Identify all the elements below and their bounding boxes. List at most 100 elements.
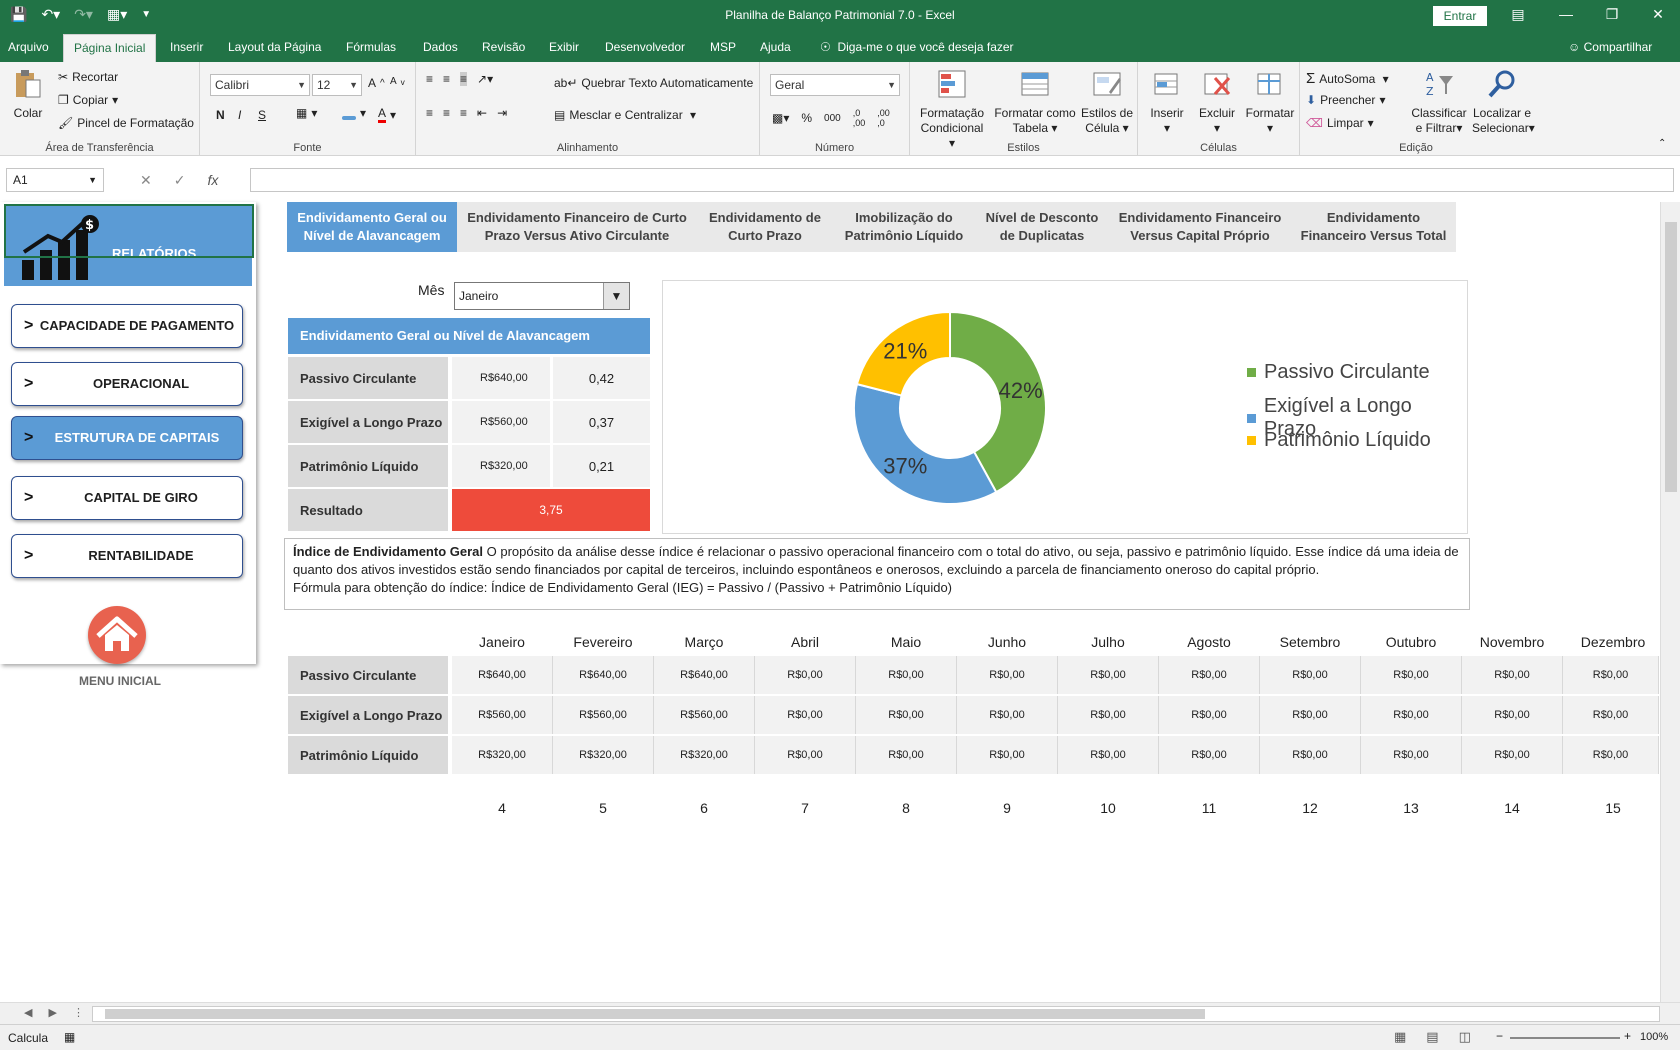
find-select-button[interactable]: Localizar e Selecionar▾ xyxy=(1472,68,1535,136)
fill-button[interactable]: ⬇ Preencher ▾ xyxy=(1306,93,1385,107)
tell-me-search[interactable]: ☉ Diga-me o que você deseja fazer xyxy=(820,40,1014,54)
page-layout-icon[interactable]: ▤ xyxy=(1426,1029,1438,1045)
insert-cells-button[interactable]: Inserir ▾ xyxy=(1144,68,1190,136)
report-tab-imobilizacao[interactable]: Imobilização do Patrimônio Líquido xyxy=(833,202,975,252)
copy-button[interactable]: ❐ Copiar ▾ xyxy=(58,93,118,107)
merge-center-button[interactable]: ▤ Mesclar e Centralizar ▾ xyxy=(554,108,696,122)
report-tab-endividamento-geral[interactable]: Endividamento Geral ou Nível de Alavancag… xyxy=(287,202,457,252)
legend-swatch xyxy=(1247,413,1256,423)
more-sheets-icon[interactable]: ⋮ xyxy=(73,1006,84,1019)
number-format-buttons[interactable]: ▩▾% 000 ,0,00 ,00,0 xyxy=(772,108,890,128)
cancel-icon[interactable]: ✕ xyxy=(140,172,152,189)
ribbon-display-icon[interactable]: ▤ xyxy=(1508,6,1528,23)
underline-button[interactable]: S xyxy=(258,108,266,122)
formula-input[interactable] xyxy=(250,168,1674,192)
home-button[interactable] xyxy=(88,606,146,664)
fill-color-button[interactable]: ▾ xyxy=(342,106,366,120)
tab-ajuda[interactable]: Ajuda xyxy=(760,40,791,54)
delete-cells-button[interactable]: Excluir ▾ xyxy=(1194,68,1240,136)
capital-giro-button[interactable]: > CAPITAL DE GIRO xyxy=(11,476,243,520)
cell-styles-button[interactable]: Estilos de Célula ▾ xyxy=(1078,68,1136,136)
share-button[interactable]: ☺ Compartilhar xyxy=(1568,40,1652,54)
rentabilidade-button[interactable]: > RENTABILIDADE xyxy=(11,534,243,578)
italic-button[interactable]: I xyxy=(238,108,241,122)
copy-icon: ❐ xyxy=(58,93,69,107)
close-icon[interactable]: ✕ xyxy=(1648,6,1668,23)
normal-view-icon[interactable]: ▦ xyxy=(1394,1029,1406,1045)
estrutura-capitais-button[interactable]: > ESTRUTURA DE CAPITAIS xyxy=(11,416,243,460)
horizontal-scrollbar[interactable] xyxy=(92,1006,1660,1022)
macro-record-icon[interactable]: ▦ xyxy=(64,1030,75,1044)
restore-icon[interactable]: ❐ xyxy=(1602,6,1622,23)
format-as-table-button[interactable]: Formatar como Tabela ▾ xyxy=(994,68,1076,136)
tab-revisao[interactable]: Revisão xyxy=(482,40,525,54)
tab-formulas[interactable]: Fórmulas xyxy=(346,40,396,54)
paste-button[interactable]: Colar xyxy=(8,68,48,121)
tab-exibir[interactable]: Exibir xyxy=(549,40,579,54)
autosum-button[interactable]: Σ AutoSoma ▾ xyxy=(1306,70,1389,87)
vertical-align-buttons[interactable]: ≡ ≡ ≡ ↗▾ xyxy=(426,72,493,86)
grow-font-button[interactable]: A ^ xyxy=(368,76,385,90)
number-format-select[interactable]: Geral ▼ xyxy=(770,74,900,96)
font-color-button[interactable]: A ▾ xyxy=(378,106,396,123)
minimize-icon[interactable]: — xyxy=(1556,6,1576,22)
scroll-thumb[interactable] xyxy=(1665,222,1677,492)
indent-decrease-icon: ⇤ xyxy=(477,106,488,120)
zoom-level[interactable]: 100% xyxy=(1640,1031,1668,1043)
report-tab-capital-proprio[interactable]: Endividamento Financeiro Versus Capital P… xyxy=(1109,202,1291,252)
next-sheet-icon[interactable]: ▶ xyxy=(48,1006,56,1019)
format-cells-button[interactable]: Formatar ▾ xyxy=(1242,68,1298,136)
operacional-button[interactable]: > OPERACIONAL xyxy=(11,362,243,406)
clipboard-group: Colar ✂ Recortar ❐ Copiar ▾ 🖌 Pincel de For… xyxy=(0,62,200,156)
donut-chart[interactable]: 42% 37% 21% Passivo Circulante Exigível a … xyxy=(662,280,1468,534)
border-icon: ▦ xyxy=(296,106,308,120)
function-icon[interactable]: fx xyxy=(207,172,218,189)
horizontal-scroll-thumb[interactable] xyxy=(105,1009,1205,1019)
alignment-group: ≡ ≡ ≡ ↗▾ ≡ ≡ ≡ ⇤ ⇥ ab↵ Quebrar Texto Automaticam… xyxy=(416,62,760,156)
zoom-out-icon[interactable]: − xyxy=(1496,1029,1503,1043)
font-size-select[interactable]: 12 ▼ xyxy=(312,74,362,96)
tab-msp[interactable]: MSP xyxy=(710,40,736,54)
tab-layout[interactable]: Layout da Página xyxy=(228,40,321,54)
prev-sheet-icon[interactable]: ◀ xyxy=(24,1006,32,1019)
conditional-formatting-button[interactable]: Formatação Condicional ▾ xyxy=(916,68,988,151)
horizontal-align-buttons[interactable]: ≡ ≡ ≡ ⇤ ⇥ xyxy=(426,106,507,120)
editing-group: Σ AutoSoma ▾ ⬇ Preencher ▾ ⌫ Limpar ▾ AZ Clas… xyxy=(1300,62,1535,156)
name-box[interactable]: A1 ▼ xyxy=(6,168,104,192)
dropdown-arrow-icon[interactable]: ▼ xyxy=(603,283,629,309)
tab-pagina-inicial[interactable]: Página Inicial xyxy=(63,34,157,62)
collapse-ribbon-icon[interactable]: ⌃ xyxy=(1658,138,1666,149)
month-select[interactable]: Janeiro ▼ xyxy=(454,282,630,310)
report-tab-curto-prazo[interactable]: Endividamento de Curto Prazo xyxy=(697,202,833,252)
report-tab-desconto-duplicatas[interactable]: Nível de Desconto de Duplicatas xyxy=(975,202,1109,252)
clear-button[interactable]: ⌫ Limpar ▾ xyxy=(1306,116,1374,130)
tab-arquivo[interactable]: Arquivo xyxy=(8,40,49,54)
result-value: 3,75 xyxy=(452,489,650,531)
capacidade-pagamento-button[interactable]: > CAPACIDADE DE PAGAMENTO xyxy=(11,304,243,348)
page-break-icon[interactable]: ◫ xyxy=(1459,1029,1471,1045)
summary-label-exigivel: Exigível a Longo Prazo xyxy=(288,401,448,443)
cut-button[interactable]: ✂ Recortar xyxy=(58,70,118,84)
format-painter-button[interactable]: 🖌 Pincel de Formatação xyxy=(58,116,194,130)
report-tab-financeiro-total[interactable]: Endividamento Financeiro Versus Total xyxy=(1291,202,1456,252)
wrap-text-button[interactable]: ab↵ Quebrar Texto Automaticamente xyxy=(554,76,753,90)
zoom-slider[interactable] xyxy=(1510,1037,1620,1039)
sigma-icon: Σ xyxy=(1306,70,1316,87)
orientation-icon: ↗▾ xyxy=(477,72,494,86)
tab-dados[interactable]: Dados xyxy=(423,40,458,54)
border-button[interactable]: ▦ ▾ xyxy=(296,106,317,120)
signin-button[interactable]: Entrar xyxy=(1433,6,1487,26)
donut-slice[interactable] xyxy=(853,382,998,505)
vertical-scrollbar[interactable] xyxy=(1660,202,1680,1002)
confirm-icon[interactable]: ✓ xyxy=(174,172,186,189)
report-tab-financeiro-curto-prazo[interactable]: Endividamento Financeiro de Curto Prazo V… xyxy=(457,202,697,252)
month-label: Mês xyxy=(418,282,445,298)
font-name-select[interactable]: Calibri ▼ xyxy=(210,74,310,96)
bold-button[interactable]: N xyxy=(216,108,225,122)
merge-icon: ▤ xyxy=(554,108,566,122)
zoom-in-icon[interactable]: + xyxy=(1624,1029,1631,1043)
tab-inserir[interactable]: Inserir xyxy=(170,40,203,54)
tab-desenvolvedor[interactable]: Desenvolvedor xyxy=(605,40,685,54)
shrink-font-button[interactable]: Av xyxy=(390,76,405,87)
sort-filter-button[interactable]: AZ Classificar e Filtrar▾ xyxy=(1408,68,1470,136)
